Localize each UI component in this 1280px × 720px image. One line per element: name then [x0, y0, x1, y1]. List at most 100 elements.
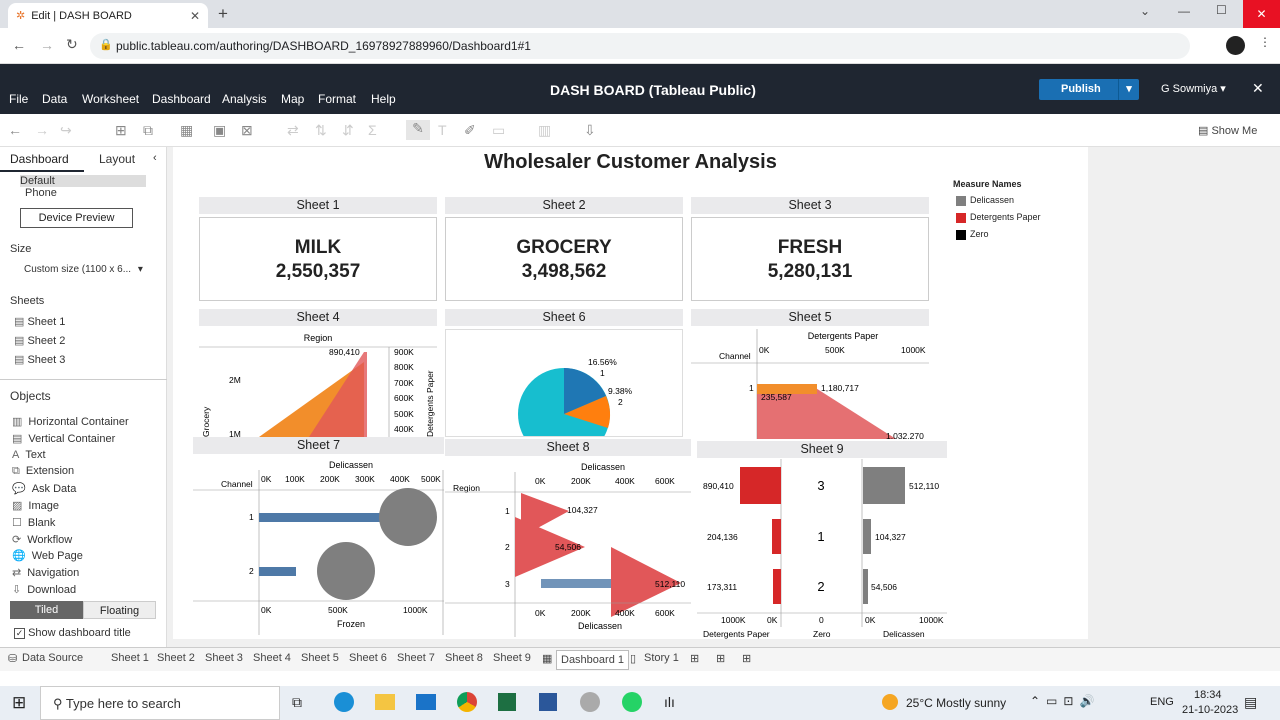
sheet8-chart[interactable]: Delicassen 0K 200K 400K 600K Region 1 2 … — [445, 457, 691, 637]
chevron-down-icon[interactable]: ⌄ — [1140, 4, 1150, 18]
close-tab-icon[interactable]: ✕ — [190, 9, 200, 23]
sheet6-pie[interactable]: 16.56% 1 9.38% 2 — [445, 329, 683, 437]
collapse-pane-icon[interactable]: ‹ — [153, 152, 157, 164]
object-item-text[interactable]: A Text — [12, 449, 46, 461]
sheet-tab-dashboard-1[interactable]: Dashboard 1 — [556, 650, 629, 670]
new-sheet-icon[interactable]: ⊞ — [115, 122, 127, 139]
sheet-tab-sheet-5[interactable]: Sheet 5 — [301, 652, 339, 664]
whatsapp-icon[interactable] — [622, 692, 642, 712]
windows-start-icon[interactable]: ⊞ — [12, 693, 26, 713]
sheet7-chart[interactable]: Delicassen 0K 100K 200K 300K 400K 500K C… — [193, 455, 444, 635]
sheet5-title[interactable]: Sheet 5 — [691, 309, 929, 326]
close-editor-icon[interactable]: ✕ — [1252, 80, 1264, 97]
object-item-horizontal-container[interactable]: ▥ Horizontal Container — [12, 415, 129, 428]
kpi-grocery[interactable]: GROCERY 3,498,562 — [445, 217, 683, 301]
sheet-tab-sheet-8[interactable]: Sheet 8 — [445, 652, 483, 664]
file-explorer-icon[interactable] — [375, 694, 395, 710]
tab-dashboard[interactable]: Dashboard — [10, 152, 69, 166]
new-story-tab-icon[interactable]: ⊞ — [742, 652, 751, 665]
show-me-button[interactable]: ▤ Show Me — [1198, 124, 1257, 137]
new-worksheet-tab-icon[interactable]: ⊞ — [690, 652, 699, 665]
redo-icon[interactable]: → — [35, 122, 49, 138]
tab-layout[interactable]: Layout — [99, 152, 135, 166]
object-item-workflow[interactable]: ⟳ Workflow — [12, 533, 72, 546]
sheet2-title[interactable]: Sheet 2 — [445, 197, 683, 214]
labels-icon[interactable]: T — [438, 122, 447, 138]
object-item-web-page[interactable]: 🌐 Web Page — [12, 549, 83, 562]
floating-button[interactable]: Floating — [83, 601, 156, 619]
language-indicator[interactable]: ENG — [1150, 696, 1174, 708]
weather-text[interactable]: 25°C Mostly sunny — [906, 696, 1006, 710]
object-item-blank[interactable]: ☐ Blank — [12, 516, 55, 529]
clock-time[interactable]: 18:34 — [1194, 689, 1222, 701]
sheet-item-2[interactable]: ▤ Sheet 2 — [14, 334, 65, 347]
back-icon[interactable]: ← — [12, 37, 26, 53]
tray-icons[interactable]: ⌃▭⊡🔊 — [1030, 694, 1100, 708]
highlight-icon[interactable]: ✎ — [406, 120, 430, 140]
object-item-download[interactable]: ⇩ Download — [12, 583, 76, 596]
format-icon[interactable]: ✐ — [464, 122, 476, 139]
chart-icon[interactable]: ▥ — [538, 122, 551, 139]
sheet3-title[interactable]: Sheet 3 — [691, 197, 929, 214]
clear-sheet-icon[interactable]: ⊠ — [241, 122, 253, 139]
object-item-navigation[interactable]: ⇄ Navigation — [12, 566, 79, 579]
object-item-extension[interactable]: ⧉ Extension — [12, 465, 74, 478]
sheet9-chart[interactable]: 890,410 204,136 173,311 3 1 2 512,110 10… — [697, 459, 947, 639]
sheet-tab-sheet-2[interactable]: Sheet 2 — [157, 652, 195, 664]
sheet-item-3[interactable]: ▤ Sheet 3 — [14, 353, 65, 366]
app-icon[interactable] — [580, 692, 600, 712]
legend-item-detergents[interactable]: Detergents Paper — [956, 212, 1041, 223]
size-dropdown[interactable]: Custom size (1100 x 6... ▾ — [24, 264, 143, 275]
forward-icon[interactable]: → — [40, 37, 54, 53]
new-dashboard-tab-icon[interactable]: ⊞ — [716, 652, 725, 665]
mail-icon[interactable] — [416, 694, 436, 710]
publish-dropdown-icon[interactable]: ▾ — [1118, 79, 1139, 100]
taskbar-search[interactable]: ⚲ Type here to search — [40, 686, 280, 720]
new-worksheet-icon[interactable]: ▦ — [180, 122, 193, 139]
object-item-ask-data[interactable]: 💬 Ask Data — [12, 482, 76, 495]
sheet-tab-sheet-6[interactable]: Sheet 6 — [349, 652, 387, 664]
sort-asc-icon[interactable]: ⇅ — [315, 122, 327, 139]
sheet-tab-sheet-9[interactable]: Sheet 9 — [493, 652, 531, 664]
url-field[interactable]: 🔒 public.tableau.com/authoring/DASHBOARD… — [90, 33, 1190, 59]
publish-button[interactable]: Publish ▾ — [1039, 79, 1139, 100]
undo-icon[interactable]: ← — [8, 122, 22, 138]
sheet-tab-sheet-3[interactable]: Sheet 3 — [205, 652, 243, 664]
profile-avatar[interactable] — [1226, 36, 1245, 55]
sheet6-title[interactable]: Sheet 6 — [445, 309, 683, 326]
notification-icon[interactable]: ▤ — [1244, 694, 1257, 711]
kpi-fresh[interactable]: FRESH 5,280,131 — [691, 217, 929, 301]
reload-icon[interactable]: ↻ — [66, 36, 78, 53]
fit-icon[interactable]: ▭ — [492, 122, 505, 139]
sort-desc-icon[interactable]: ⇵ — [342, 122, 354, 139]
task-view-icon[interactable]: ⧉ — [292, 694, 302, 711]
sheet1-title[interactable]: Sheet 1 — [199, 197, 437, 214]
word-icon[interactable] — [539, 693, 557, 711]
tiled-button[interactable]: Tiled — [10, 601, 83, 619]
sheet-tab-sheet-4[interactable]: Sheet 4 — [253, 652, 291, 664]
new-dashboard-icon[interactable]: ▣ — [213, 122, 226, 139]
menu-data[interactable]: Data — [42, 92, 67, 106]
sheet-tab-story-1[interactable]: Story 1 — [644, 652, 679, 664]
chrome-icon[interactable] — [457, 692, 477, 712]
legend-item-zero[interactable]: Zero — [956, 229, 989, 240]
menu-help[interactable]: Help — [371, 92, 396, 106]
sheet5-chart[interactable]: Detergents Paper 0K 500K 1000K Channel 1… — [691, 329, 929, 439]
duplicate-icon[interactable]: ⧉ — [143, 122, 153, 139]
close-window-icon[interactable]: ✕ — [1243, 0, 1280, 28]
sheet-item-1[interactable]: ▤ Sheet 1 — [14, 315, 65, 328]
menu-analysis[interactable]: Analysis — [222, 92, 267, 106]
legend-item-delicassen[interactable]: Delicassen — [956, 195, 1014, 206]
minimize-icon[interactable]: — — [1178, 4, 1190, 18]
show-title-checkbox[interactable]: ✓ Show dashboard title — [14, 627, 131, 639]
menu-map[interactable]: Map — [281, 92, 304, 106]
user-menu[interactable]: G Sowmiya ▾ — [1161, 82, 1226, 95]
menu-format[interactable]: Format — [318, 92, 356, 106]
menu-file[interactable]: File — [9, 92, 28, 106]
sheet-tab-sheet-7[interactable]: Sheet 7 — [397, 652, 435, 664]
device-phone[interactable]: Phone — [25, 187, 57, 199]
excel-icon[interactable] — [498, 693, 516, 711]
device-preview-button[interactable]: Device Preview — [20, 208, 133, 228]
app-icon[interactable]: ılı — [664, 694, 675, 710]
replay-icon[interactable]: ↪ — [60, 122, 72, 139]
